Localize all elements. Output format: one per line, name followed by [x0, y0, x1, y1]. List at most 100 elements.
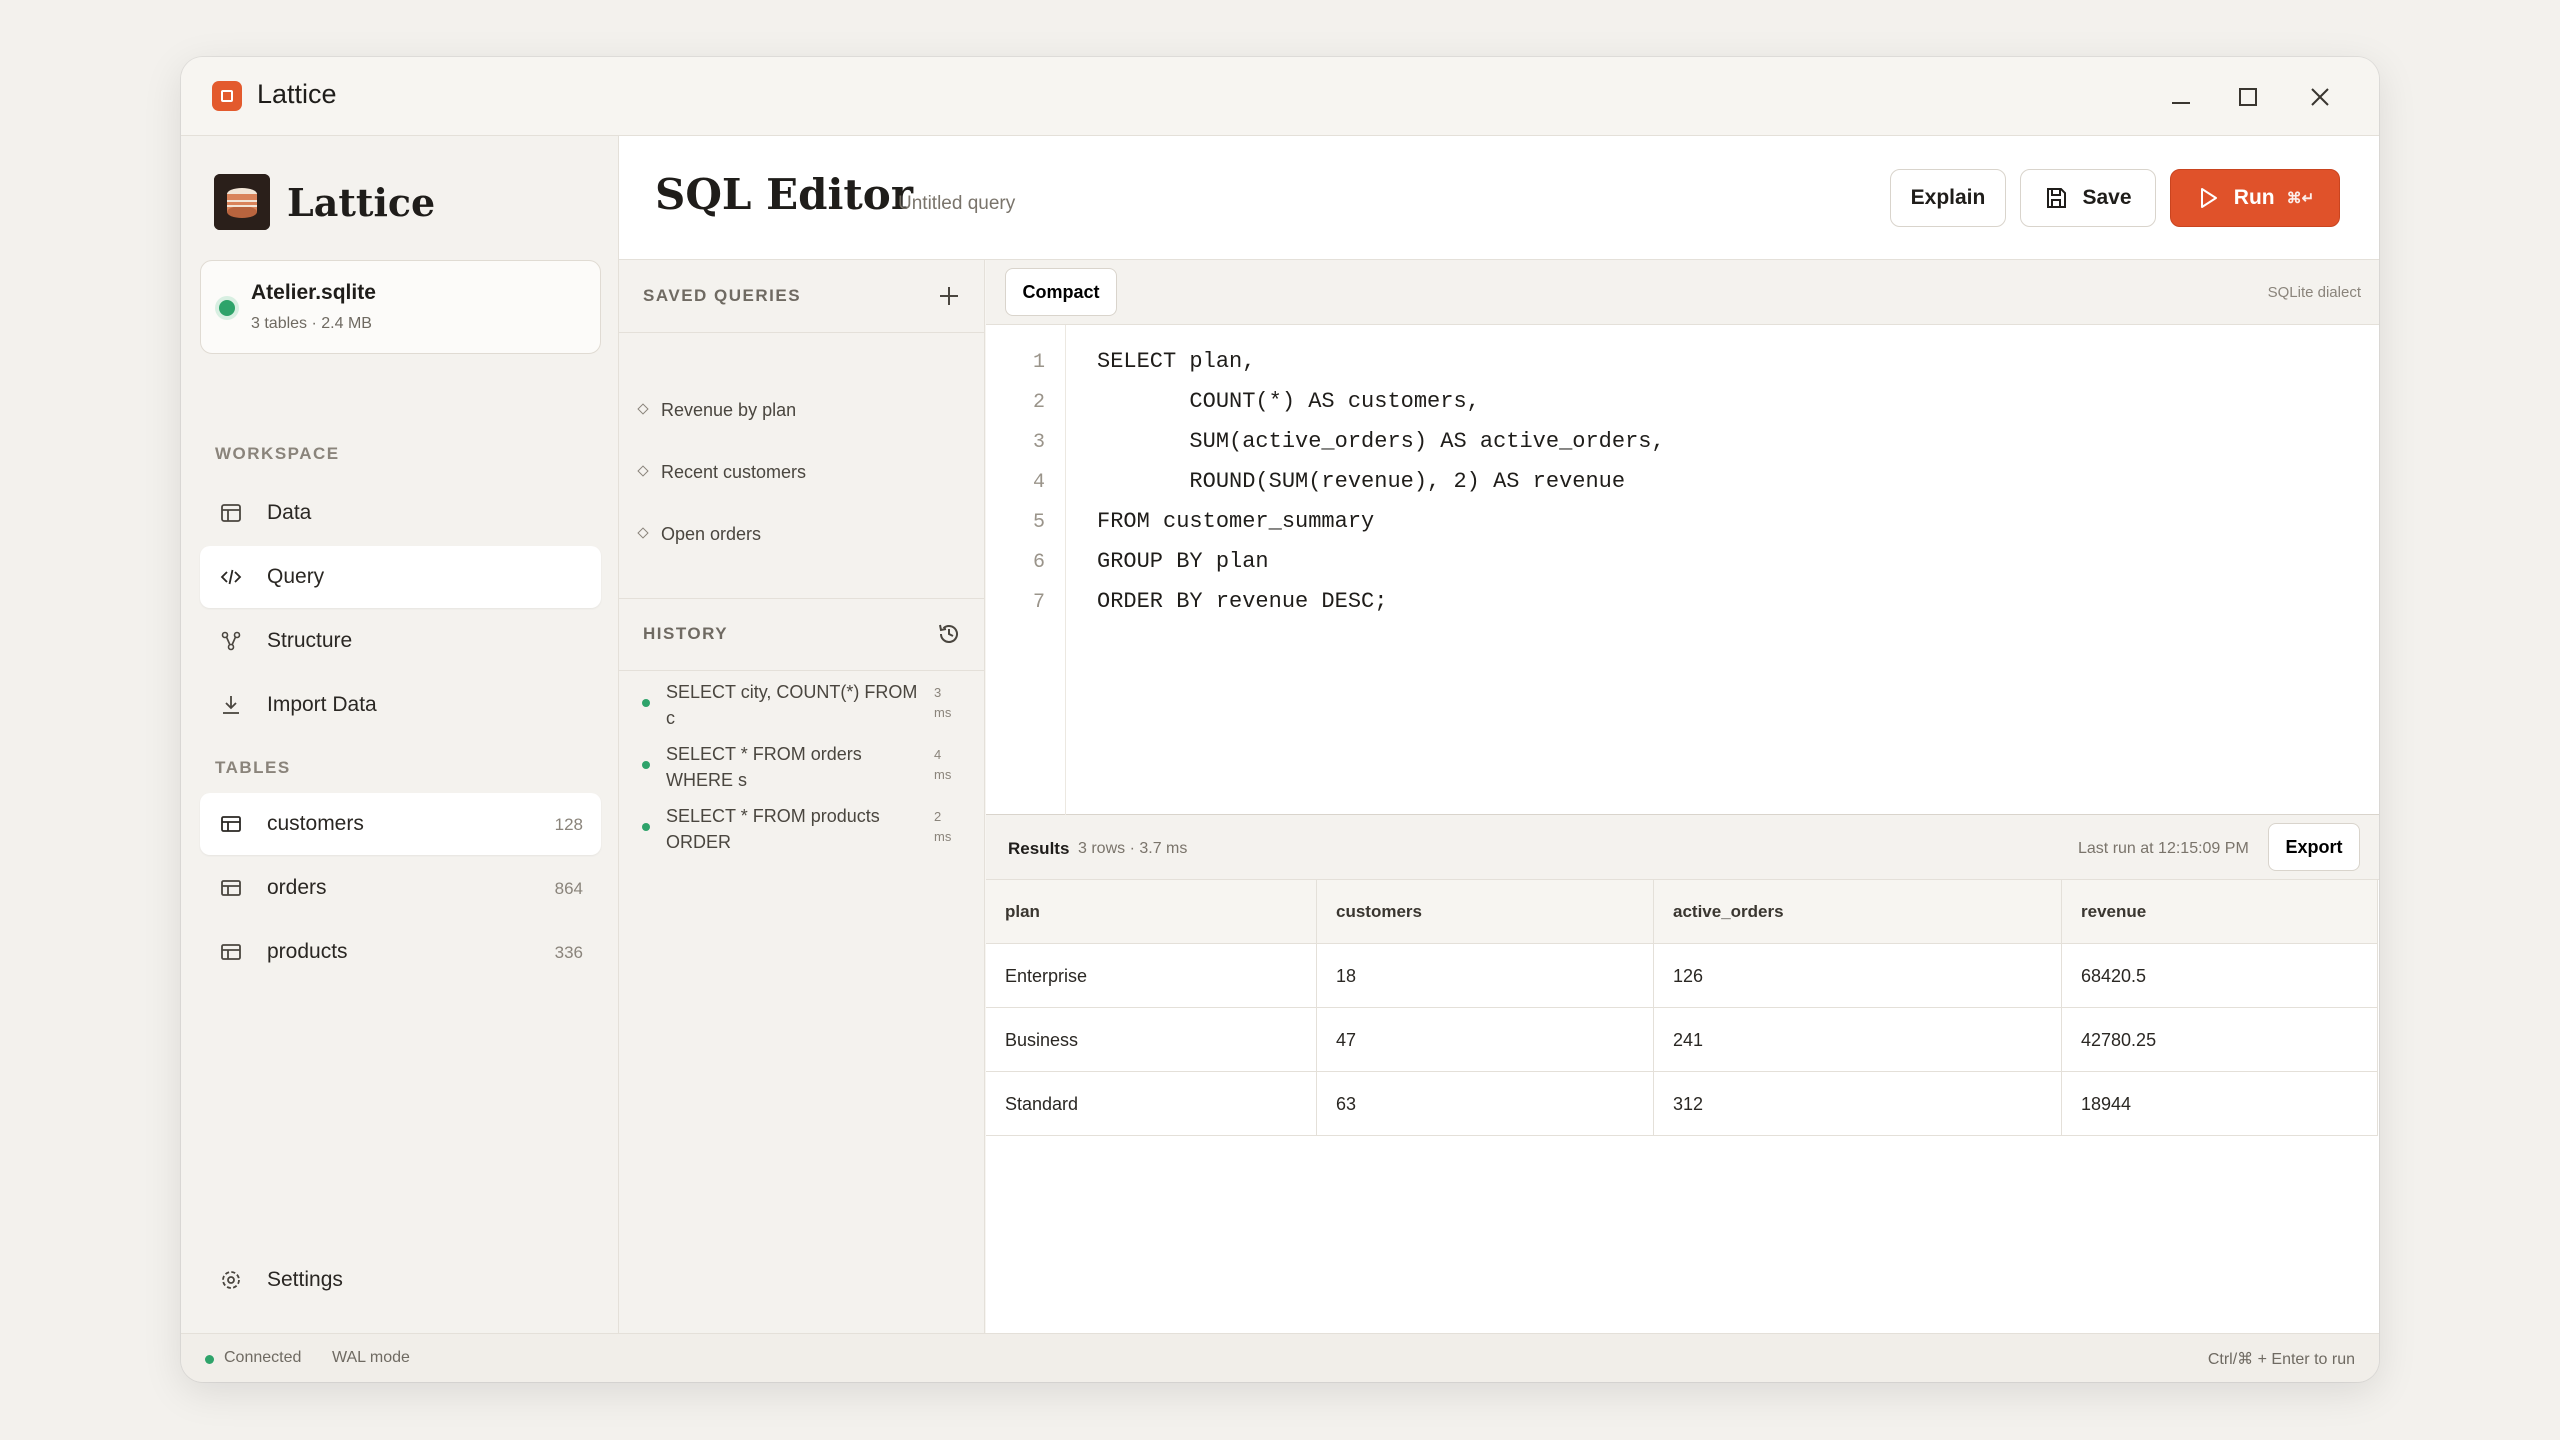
minimize-button[interactable] [2159, 75, 2203, 119]
history-query: SELECT city, COUNT(*) FROM c [666, 682, 918, 728]
table-row-count: 864 [554, 879, 583, 898]
table-cell[interactable]: Enterprise [986, 944, 1317, 1008]
column-header[interactable]: revenue [2062, 880, 2378, 944]
table-cell[interactable]: 241 [1654, 1008, 2062, 1072]
table-cell[interactable]: Business [986, 1008, 1317, 1072]
table-header-row: plan customers active_orders revenue [986, 880, 2378, 944]
table-item-label: orders [267, 876, 327, 899]
sql-editor[interactable]: 1 2 3 4 5 6 7 SELECT plan, COUNT(*) AS c… [986, 325, 2379, 815]
history-header: HISTORY [619, 598, 985, 670]
table-item-products[interactable]: products 336 [200, 921, 601, 983]
table-icon [221, 880, 241, 896]
connection-status-dot [205, 1355, 214, 1364]
table-cell[interactable]: 126 [1654, 944, 2062, 1008]
history-time: 2 ms [934, 809, 952, 844]
table-row[interactable]: Standard 63 312 18944 [986, 1072, 2378, 1136]
saved-query-item[interactable]: Recent customers [637, 462, 806, 483]
last-run-time: Last run at 12:15:09 PM [2078, 840, 2249, 857]
minimize-icon [2172, 102, 2190, 104]
table-icon [221, 816, 241, 832]
table-cell[interactable]: 42780.25 [2062, 1008, 2378, 1072]
code-line: SUM(active_orders) AS active_orders, [1097, 429, 1665, 454]
export-button[interactable]: Export [2268, 823, 2360, 871]
line-number: 5 [1032, 511, 1045, 534]
line-number: 2 [1032, 391, 1045, 414]
table-cell[interactable]: 18 [1317, 944, 1654, 1008]
workspace-section-label: WORKSPACE [215, 444, 340, 463]
save-button[interactable]: Save [2020, 169, 2156, 227]
success-dot [642, 699, 650, 707]
line-number: 4 [1032, 471, 1045, 494]
nav-item-label: Query [267, 565, 325, 588]
compact-toggle[interactable]: Compact [1005, 268, 1117, 316]
database-card[interactable]: Atelier.sqlite 3 tables · 2.4 MB [200, 260, 601, 354]
table-icon [221, 944, 241, 960]
code-line: GROUP BY plan [1097, 549, 1269, 574]
gear-icon [222, 1271, 240, 1289]
saved-query-item[interactable]: Open orders [637, 524, 761, 545]
table-cell[interactable]: 18944 [2062, 1072, 2378, 1136]
close-button[interactable] [2298, 75, 2342, 119]
table-cell[interactable]: 312 [1654, 1072, 2062, 1136]
maximize-button[interactable] [2226, 75, 2270, 119]
table-cell[interactable]: 47 [1317, 1008, 1654, 1072]
table-item-label: customers [267, 812, 364, 835]
line-number: 1 [1032, 351, 1045, 374]
table-cell[interactable]: 68420.5 [2062, 944, 2378, 1008]
schema-icon [221, 631, 241, 651]
history-item[interactable]: SELECT * FROM products ORDER 2 ms [619, 799, 985, 861]
success-dot [642, 761, 650, 769]
add-query-icon[interactable] [935, 282, 963, 310]
history-item[interactable]: SELECT city, COUNT(*) FROM c 3 ms [619, 675, 985, 737]
table-row[interactable]: Business 47 241 42780.25 [986, 1008, 2378, 1072]
explain-button[interactable]: Explain [1890, 169, 2006, 227]
run-shortcut: ⌘↵ [2286, 190, 2315, 207]
table-item-orders[interactable]: orders 864 [200, 857, 601, 919]
saved-query-item[interactable]: Revenue by plan [637, 400, 796, 421]
line-number: 3 [1032, 431, 1045, 454]
table-cell[interactable]: Standard [986, 1072, 1317, 1136]
history-icon[interactable] [935, 620, 963, 648]
table-item-label: products [267, 940, 348, 963]
database-meta: 3 tables · 2.4 MB [251, 315, 372, 332]
results-label: Results [1008, 839, 1070, 858]
settings-button[interactable]: Settings [200, 1249, 601, 1311]
line-gutter: 1 2 3 4 5 6 7 [986, 325, 1066, 815]
code-line: ORDER BY revenue DESC; [1097, 589, 1388, 614]
column-header[interactable]: customers [1317, 880, 1654, 944]
history-query: SELECT * FROM orders WHERE s [666, 744, 862, 790]
sidebar: Lattice Atelier.sqlite 3 tables · 2.4 MB… [181, 136, 619, 1333]
app-window: Lattice Lattice Atelier.sqlite 3 tables … [181, 57, 2379, 1382]
window-title: Lattice [257, 79, 337, 109]
column-header[interactable]: plan [986, 880, 1317, 944]
table-row[interactable]: Enterprise 18 126 68420.5 [986, 944, 2378, 1008]
history-query: SELECT * FROM products ORDER [666, 806, 880, 852]
nav-item-structure[interactable]: Structure [200, 610, 601, 672]
results-bar: Results 3 rows · 3.7 ms Last run at 12:1… [986, 815, 2379, 880]
line-number: 7 [1032, 591, 1045, 614]
connection-status-dot [219, 300, 235, 316]
table-item-customers[interactable]: customers 128 [200, 793, 601, 855]
code-line: FROM customer_summary [1097, 509, 1375, 534]
journal-mode: WAL mode [332, 1349, 410, 1366]
run-button[interactable]: Run ⌘↵ [2170, 169, 2340, 227]
code-line: COUNT(*) AS customers, [1097, 389, 1480, 414]
title-bar: Lattice [181, 57, 2379, 136]
table-cell[interactable]: 63 [1317, 1072, 1654, 1136]
nav-item-query[interactable]: Query [200, 546, 601, 608]
table-row-count: 336 [554, 943, 583, 962]
save-icon [2047, 188, 2067, 208]
history-item[interactable]: SELECT * FROM orders WHERE s 4 ms [619, 737, 985, 799]
nav-item-label: Data [267, 501, 312, 524]
table-row-count: 128 [554, 815, 583, 834]
column-header[interactable]: active_orders [1654, 880, 2062, 944]
saved-queries-label: SAVED QUERIES [643, 286, 802, 305]
results-grid: plan customers active_orders revenue Ent… [986, 880, 2379, 1333]
saved-queries-header: SAVED QUERIES [619, 260, 985, 332]
results-meta: 3 rows · 3.7 ms [1078, 840, 1188, 857]
nav-item-import-data[interactable]: Import Data [200, 674, 601, 736]
nav-item-data[interactable]: Data [200, 482, 601, 544]
app-logo-icon [212, 81, 242, 111]
status-bar: Connected WAL mode Ctrl/⌘ + Enter to run [181, 1333, 2379, 1382]
history-time: 3 ms [934, 685, 952, 720]
